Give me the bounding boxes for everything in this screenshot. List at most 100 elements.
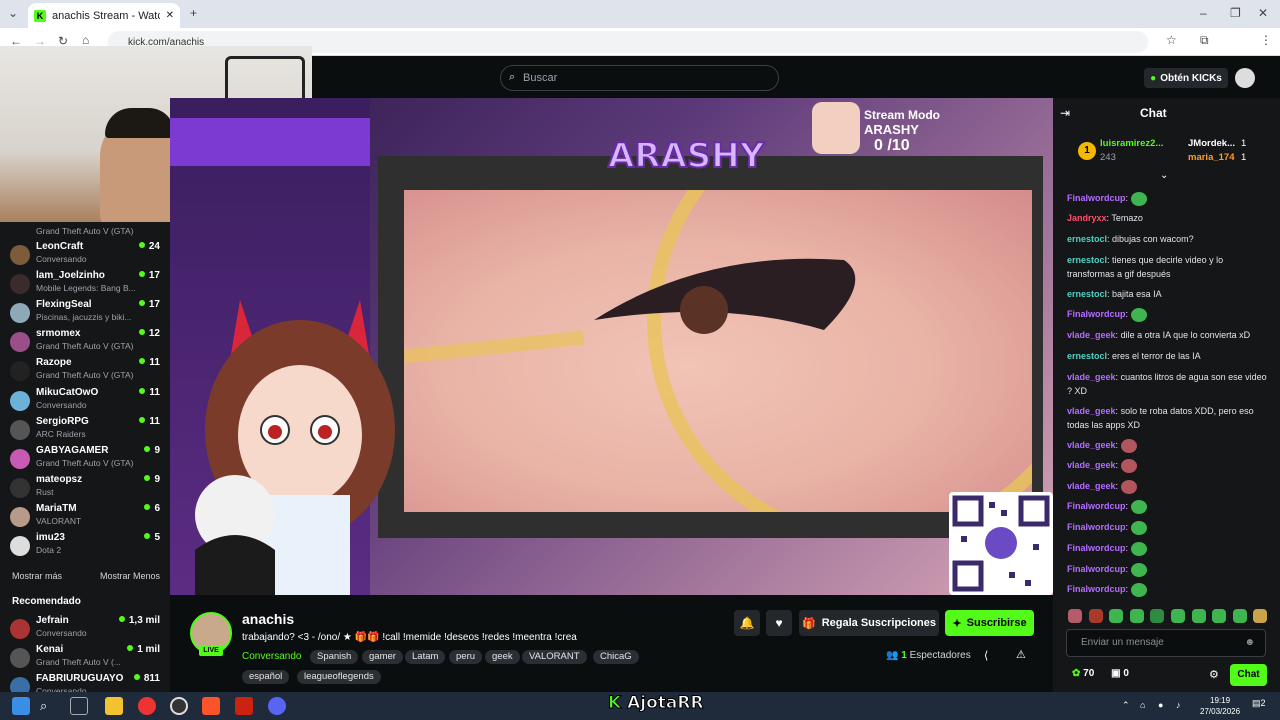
stream-tag[interactable]: VALORANT (522, 650, 587, 664)
stream-tag[interactable]: Spanish (310, 650, 359, 664)
sidebar-channel-item[interactable]: GABYAGAMER Grand Theft Auto V (GTA) 9 (10, 445, 160, 473)
chat-username[interactable]: vlade_geek (1067, 440, 1116, 450)
task-view-icon[interactable] (70, 697, 88, 715)
quick-emote-icon[interactable] (1171, 609, 1185, 623)
collapse-chat-icon[interactable]: ⇥ (1060, 106, 1070, 120)
file-explorer-icon[interactable] (105, 697, 123, 715)
sidebar-channel-item[interactable]: Razope Grand Theft Auto V (GTA) 11 (10, 357, 160, 385)
leaderboard-top-name[interactable]: luisramirez2... (1100, 138, 1163, 149)
emoji-icon[interactable]: ☻ (1244, 630, 1255, 656)
user-avatar[interactable] (1235, 68, 1255, 88)
chat-username[interactable]: ernestocl (1067, 234, 1107, 244)
sidebar-channel-item[interactable]: mateopsz Rust 9 (10, 474, 160, 502)
chat-username[interactable]: Finalwordcup (1067, 564, 1126, 574)
chrome-icon[interactable] (138, 697, 156, 715)
extensions-icon[interactable]: ⧉ (1200, 33, 1209, 48)
recommended-channel-item[interactable]: Jefrain Conversando 1,3 mil (10, 615, 160, 643)
chat-username[interactable]: Jandryxx (1067, 213, 1107, 223)
stream-tag[interactable]: leagueoflegends (297, 670, 381, 684)
chat-username[interactable]: vlade_geek (1067, 460, 1116, 470)
show-more-link[interactable]: Mostrar más (12, 571, 62, 581)
brave-icon[interactable] (202, 697, 220, 715)
chat-username[interactable]: Finalwordcup (1067, 501, 1126, 511)
sidebar-channel-item[interactable]: MariaTM VALORANT 6 (10, 503, 160, 531)
close-tab-icon[interactable]: ✕ (166, 10, 174, 21)
get-kicks-button[interactable]: ● Obtén KICKs (1144, 68, 1228, 88)
stream-tag[interactable]: peru (449, 650, 483, 664)
voicemeeter-icon[interactable] (235, 697, 253, 715)
streamer-name[interactable]: anachis (242, 611, 294, 627)
discord-icon[interactable] (268, 697, 286, 715)
browser-tab[interactable]: K anachis Stream - Watch Live on ✕ (28, 3, 180, 28)
quick-emote-icon[interactable] (1088, 609, 1103, 623)
chat-username[interactable]: Finalwordcup (1067, 522, 1126, 532)
home-icon[interactable]: ⌂ (82, 33, 89, 47)
chat-input[interactable]: Enviar un mensaje ☻ (1066, 629, 1266, 657)
restore-icon[interactable]: ❐ (1230, 6, 1241, 20)
taskbar-clock[interactable]: 19:19 27/03/2026 (1200, 695, 1240, 717)
quick-emote-icon[interactable] (1068, 609, 1082, 623)
follow-heart-button[interactable]: ♥ (766, 610, 792, 636)
settings-gear-icon[interactable]: ⚙ (1209, 668, 1219, 681)
tray-chevron-icon[interactable]: ⌃ (1122, 700, 1130, 711)
chat-username[interactable]: Finalwordcup (1067, 193, 1126, 203)
chat-username[interactable]: Finalwordcup (1067, 584, 1126, 594)
sidebar-channel-item[interactable]: SergioRPG ARC Raiders 11 (10, 416, 160, 444)
sidebar-channel-item[interactable]: lam_Joelzinho Mobile Legends: Bang B... 17 (10, 270, 160, 298)
stream-tag[interactable]: Latam (405, 650, 446, 664)
notification-center-icon[interactable]: ▤2 (1252, 698, 1266, 709)
quick-emote-icon[interactable] (1212, 609, 1227, 623)
leaderboard-third-name[interactable]: maria_174 (1188, 152, 1234, 163)
chat-username[interactable]: Finalwordcup (1067, 543, 1126, 553)
share-icon[interactable]: ⟨ (984, 649, 988, 662)
stream-tag[interactable]: ChicaG (593, 650, 639, 664)
stream-tag[interactable]: geek (485, 650, 520, 664)
browser-menu-icon[interactable]: ⋮ (1260, 33, 1272, 47)
chat-username[interactable]: ernestocl (1067, 255, 1107, 265)
quick-emote-icon[interactable] (1129, 609, 1144, 623)
obs-icon[interactable] (170, 697, 188, 715)
chat-username[interactable]: vlade_geek (1067, 481, 1116, 491)
stream-tag[interactable]: español (242, 670, 290, 684)
tray-network-icon[interactable]: ⌂ (1140, 700, 1145, 710)
show-less-link[interactable]: Mostrar Menos (100, 571, 160, 581)
chat-username[interactable]: vlade_geek (1067, 372, 1116, 382)
tab-list-icon[interactable]: ⌄ (8, 6, 18, 20)
sidebar-channel-item[interactable]: LeonCraft Conversando 24 (10, 241, 160, 269)
chat-username[interactable]: vlade_geek (1067, 330, 1116, 340)
quick-emote-icon[interactable] (1109, 609, 1124, 623)
tray-mic-icon[interactable]: ● (1158, 700, 1163, 710)
notification-bell-button[interactable]: 🔔 (734, 610, 760, 636)
bookmark-star-icon[interactable]: ☆ (1166, 33, 1177, 47)
taskbar-search-icon[interactable]: ⌕ (40, 697, 58, 715)
minimize-icon[interactable]: – (1200, 6, 1207, 20)
recommended-channel-item[interactable]: Kenai Grand Theft Auto V (... 1 mil (10, 644, 160, 672)
gift-subs-button[interactable]: 🎁 Regala Suscripciones (799, 610, 939, 636)
subscribe-button[interactable]: ✦ Suscribirse (945, 610, 1034, 636)
quick-emote-icon[interactable] (1191, 609, 1206, 623)
close-window-icon[interactable]: ✕ (1258, 6, 1268, 20)
sidebar-channel-item[interactable]: imu23 Dota 2 5 (10, 532, 160, 560)
sidebar-channel-item[interactable]: FlexingSeal Piscinas, jacuzzis y biki... 1… (10, 299, 160, 327)
tray-volume-icon[interactable]: ♪ (1176, 700, 1181, 710)
windows-start-icon[interactable] (12, 697, 30, 715)
channel-viewers: 9 (144, 445, 160, 456)
report-icon[interactable]: ⚠ (1016, 648, 1026, 661)
stream-category[interactable]: Conversando (242, 651, 301, 662)
quick-emote-icon[interactable] (1232, 609, 1247, 623)
chat-username[interactable]: vlade_geek (1067, 406, 1116, 416)
channel-points[interactable]: ✿ 70 ▣ 0 (1072, 668, 1129, 679)
pinned-toggle-icon[interactable]: ⌄ (1160, 170, 1168, 181)
new-tab-icon[interactable]: + (190, 6, 197, 20)
chat-username[interactable]: ernestocl (1067, 351, 1107, 361)
send-chat-button[interactable]: Chat (1230, 664, 1267, 686)
chat-username[interactable]: ernestocl (1067, 289, 1107, 299)
quick-emote-icon[interactable] (1253, 609, 1268, 623)
leaderboard-second-name[interactable]: JMordek... (1188, 138, 1235, 149)
sidebar-channel-item[interactable]: MikuCatOwO Conversando 11 (10, 387, 160, 415)
search-input[interactable]: ⌕ Buscar (500, 65, 779, 91)
quick-emote-icon[interactable] (1150, 609, 1165, 623)
chat-username[interactable]: Finalwordcup (1067, 309, 1126, 319)
stream-tag[interactable]: gamer (362, 650, 403, 664)
sidebar-channel-item[interactable]: srmomex Grand Theft Auto V (GTA) 12 (10, 328, 160, 356)
